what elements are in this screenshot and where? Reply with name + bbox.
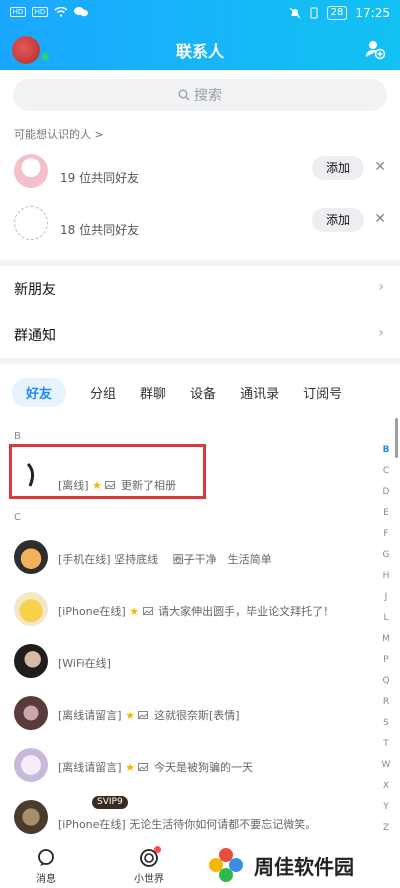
- tab-subscriptions[interactable]: 订阅号: [303, 383, 342, 402]
- index-letter[interactable]: G: [379, 545, 393, 566]
- contact-row[interactable]: SVIP9 [iPhone在线] 无论生活待你如何请都不要忘记微笑。: [0, 792, 400, 844]
- new-friends-label: 新朋友: [14, 282, 56, 298]
- mutual-friends: 18 位共同好友: [60, 223, 140, 237]
- add-contact-icon[interactable]: [364, 38, 386, 60]
- recommend-item[interactable]: 19 位共同好友 添加 ✕: [0, 148, 400, 198]
- contact-avatar: [14, 696, 48, 730]
- wechat-icon: [74, 7, 88, 17]
- contact-avatar: [14, 644, 48, 678]
- battery-icon: 28: [326, 6, 348, 20]
- index-letter[interactable]: C: [379, 461, 393, 482]
- group-notice-label: 群通知: [14, 328, 56, 344]
- mute-bell-icon: [289, 7, 301, 19]
- mutual-friends: 19 位共同好友: [60, 171, 140, 185]
- watermark-logo: [209, 848, 243, 882]
- nav-messages[interactable]: 消息: [36, 848, 56, 885]
- search-icon: [178, 89, 190, 101]
- index-letter[interactable]: F: [379, 524, 393, 545]
- search-placeholder: 搜索: [194, 88, 222, 104]
- contact-row[interactable]: [WiFi在线]: [0, 636, 400, 688]
- star-icon: ★: [129, 605, 140, 618]
- status-bar: HD HD 28 17:25: [0, 0, 400, 28]
- index-letter[interactable]: M: [379, 629, 393, 650]
- sim1-icon: HD: [10, 7, 26, 17]
- index-letter[interactable]: R: [379, 692, 393, 713]
- add-friend-button[interactable]: 添加: [312, 208, 364, 232]
- album-icon: [138, 763, 149, 771]
- tab-friends[interactable]: 好友: [12, 377, 67, 407]
- svip-badge: SVIP9: [92, 796, 128, 809]
- tab-group-chats[interactable]: 群聊: [140, 383, 166, 402]
- tab-groups[interactable]: 分组: [90, 383, 116, 402]
- tab-address-book[interactable]: 通讯录: [240, 383, 279, 402]
- contact-status: [iPhone在线] ★ 请大家伸出圆手，毕业论文拜托了！: [58, 605, 335, 618]
- watermark: 周佳软件园: [206, 842, 400, 888]
- index-letter[interactable]: T: [379, 734, 393, 755]
- new-friends-row[interactable]: 新朋友 ›: [0, 266, 400, 312]
- contact-status: [iPhone在线] 无论生活待你如何请都不要忘记微笑。: [58, 818, 317, 831]
- group-notice-row[interactable]: 群通知 ›: [0, 312, 400, 358]
- contact-avatar: [14, 748, 48, 782]
- clock: 17:25: [355, 6, 390, 20]
- chevron-right-icon: ›: [378, 325, 384, 341]
- notification-dot: [154, 846, 161, 853]
- index-letter[interactable]: Z: [379, 818, 393, 839]
- message-icon: [38, 849, 54, 866]
- recommend-avatar: [14, 206, 48, 240]
- index-letter[interactable]: X: [379, 776, 393, 797]
- wifi-icon: [54, 7, 68, 17]
- contact-status: [离线请留言] ★ 今天是被狗骗的一天: [58, 761, 253, 774]
- star-icon: ★: [125, 761, 135, 774]
- alphabet-index[interactable]: B C D E F G H J L M P Q R S T W X Y Z: [379, 440, 393, 839]
- page-title: 联系人: [175, 42, 224, 61]
- index-letter[interactable]: P: [379, 650, 393, 671]
- contact-status: [手机在线] 坚持底线 圈子干净 生活简单: [58, 553, 272, 566]
- contact-avatar: [14, 540, 48, 574]
- album-icon: [138, 711, 149, 719]
- scrollbar[interactable]: [395, 418, 398, 458]
- index-letter[interactable]: Y: [379, 797, 393, 818]
- recommend-item[interactable]: 18 位共同好友 添加 ✕: [0, 200, 400, 250]
- contact-status: [WiFi在线]: [58, 657, 111, 670]
- contact-tabs: 好友 分组 群聊 设备 通讯录 订阅号: [0, 376, 400, 408]
- contact-avatar: [14, 800, 48, 834]
- index-letter[interactable]: L: [379, 608, 393, 629]
- recommend-label[interactable]: 可能想认识的人 >: [14, 126, 104, 142]
- header: HD HD 28 17:25 联系人: [0, 0, 400, 70]
- nav-small-world[interactable]: 小世界: [134, 846, 164, 885]
- contact-status: [离线请留言] ★ 这就很奈斯[表情]: [58, 709, 240, 722]
- index-letter[interactable]: S: [379, 713, 393, 734]
- recommend-avatar: [14, 154, 48, 188]
- contact-row[interactable]: [手机在线] 坚持底线 圈子干净 生活简单: [0, 532, 400, 584]
- contact-row[interactable]: [离线请留言] ★ 这就很奈斯[表情]: [0, 688, 400, 740]
- index-letter[interactable]: W: [379, 755, 393, 776]
- index-letter[interactable]: Q: [379, 671, 393, 692]
- sim2-icon: HD: [32, 7, 48, 17]
- star-icon: ★: [125, 709, 135, 722]
- highlight-box: [9, 444, 206, 499]
- index-letter[interactable]: J: [379, 587, 393, 608]
- watermark-text: 周佳软件园: [254, 854, 354, 879]
- index-letter[interactable]: E: [379, 503, 393, 524]
- contact-row[interactable]: [离线请留言] ★ 今天是被狗骗的一天: [0, 740, 400, 792]
- add-friend-button[interactable]: 添加: [312, 156, 364, 180]
- close-icon[interactable]: ✕: [374, 159, 386, 175]
- index-letter[interactable]: D: [379, 482, 393, 503]
- index-letter[interactable]: B: [379, 440, 393, 461]
- section-letter: C: [14, 512, 21, 523]
- album-icon: [142, 607, 153, 615]
- tab-devices[interactable]: 设备: [190, 383, 216, 402]
- search-input[interactable]: 搜索: [13, 79, 387, 111]
- contact-avatar: [14, 592, 48, 626]
- chevron-right-icon: ›: [378, 279, 384, 295]
- section-letter: B: [14, 431, 21, 442]
- contact-row[interactable]: [iPhone在线] ★ 请大家伸出圆手，毕业论文拜托了！: [0, 584, 400, 636]
- index-letter[interactable]: H: [379, 566, 393, 587]
- close-icon[interactable]: ✕: [374, 211, 386, 227]
- vibrate-icon: [310, 7, 318, 19]
